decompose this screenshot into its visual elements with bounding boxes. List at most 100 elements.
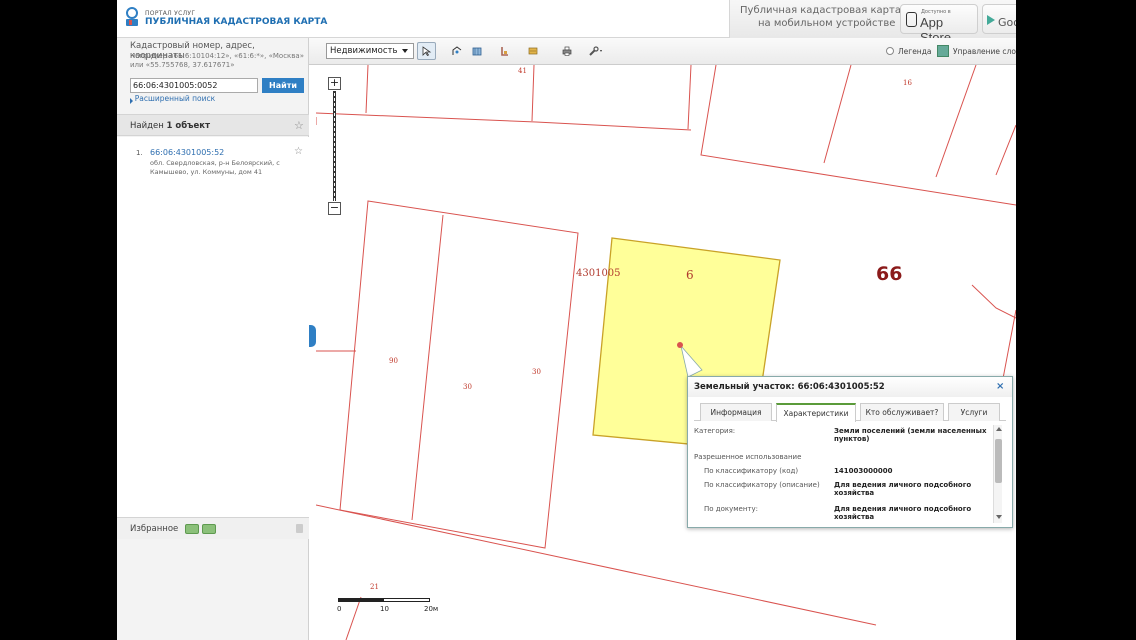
add-favorite-icon[interactable] bbox=[185, 524, 199, 534]
play-icon bbox=[987, 15, 995, 25]
tab-characteristics[interactable]: Характеристики bbox=[776, 403, 856, 422]
trash-icon[interactable] bbox=[296, 524, 303, 533]
result-number: 1. bbox=[136, 149, 143, 157]
layer-select[interactable]: Недвижимость bbox=[326, 43, 414, 59]
popup-title: Земельный участок: 66:06:4301005:52 bbox=[694, 382, 885, 392]
sidebar: Кадастровый номер, адрес, координаты Нап… bbox=[117, 38, 309, 640]
results-count-value: 1 объект bbox=[166, 121, 211, 131]
legend-label[interactable]: Легенда bbox=[898, 47, 932, 56]
tab-who-serves[interactable]: Кто обслуживает? bbox=[860, 403, 944, 421]
layers-label[interactable]: Управление слоями bbox=[953, 47, 1016, 56]
favorite-folder-icon[interactable] bbox=[202, 524, 216, 534]
phone-icon bbox=[906, 12, 917, 27]
zoom-in-button[interactable]: + bbox=[328, 77, 341, 90]
flag-icon bbox=[528, 47, 538, 55]
plot-label-30a: 30 bbox=[463, 383, 472, 391]
result-cadastral-link[interactable]: 66:06:4301005:52 bbox=[150, 148, 224, 157]
boundary-top-left bbox=[316, 65, 692, 131]
row-classifier-code-value: 141003000000 bbox=[834, 467, 893, 475]
search-hint: Например «61:6:10104:12», «61:6:*», «Мос… bbox=[130, 52, 304, 69]
advanced-search-link[interactable]: Расширенный поиск bbox=[130, 94, 215, 103]
results-count-prefix: Найден bbox=[130, 121, 164, 131]
star-icon[interactable]: ☆ bbox=[294, 119, 304, 132]
chevron-down-icon bbox=[402, 49, 408, 53]
favorites-bar: Избранное bbox=[117, 517, 309, 539]
appstore-button[interactable]: Доступно в App Store bbox=[900, 4, 978, 45]
map-canvas[interactable]: 41 16 90 30 30 21 4301005 6 66 + − 0 10 … bbox=[316, 65, 1016, 640]
promo-line-2: на мобильном устройстве bbox=[758, 18, 896, 29]
mobile-promo: Публичная кадастровая карта на мобильном… bbox=[729, 0, 1016, 45]
sidebar-collapse-handle[interactable] bbox=[309, 325, 316, 347]
scale-label-0: 0 bbox=[337, 605, 342, 613]
boundary-lower-divider bbox=[411, 214, 444, 521]
scale-label-10: 10 bbox=[380, 605, 389, 613]
zoom-out-button[interactable]: − bbox=[328, 202, 341, 215]
promo-line-1: Публичная кадастровая карта bbox=[740, 5, 901, 16]
gosuslugi-logo-icon[interactable] bbox=[123, 6, 141, 28]
scale-label-20: 20м bbox=[424, 605, 439, 613]
tab-services[interactable]: Услуги bbox=[948, 403, 1000, 421]
google-play-button[interactable]: Goo bbox=[982, 4, 1016, 34]
parcel-marker bbox=[677, 342, 683, 348]
header: ПОРТАЛ УСЛУГ ПУБЛИЧНАЯ КАДАСТРОВАЯ КАРТА… bbox=[117, 0, 1016, 45]
boundary-top-right bbox=[700, 65, 1016, 206]
logo-title[interactable]: ПУБЛИЧНАЯ КАДАСТРОВАЯ КАРТА bbox=[145, 17, 327, 27]
area-tool-button[interactable] bbox=[467, 42, 486, 60]
boundary-top-middle bbox=[687, 65, 692, 130]
ruler-icon bbox=[452, 46, 462, 55]
boundary-lower-block bbox=[339, 200, 579, 549]
boundary-left-edge bbox=[316, 117, 877, 626]
search-input[interactable] bbox=[130, 78, 258, 93]
row-classifier-desc-label: По классификатору (описание) bbox=[704, 481, 820, 489]
measure-tool-button[interactable] bbox=[447, 42, 466, 60]
scroll-thumb[interactable] bbox=[995, 439, 1002, 483]
search-button[interactable]: Найти bbox=[262, 78, 304, 93]
zoom-slider[interactable] bbox=[333, 91, 336, 201]
tools-dropdown-button[interactable] bbox=[583, 42, 609, 60]
legend-checkbox[interactable] bbox=[886, 47, 894, 55]
popup-scrollbar[interactable] bbox=[993, 425, 1002, 523]
scroll-up-icon[interactable] bbox=[996, 427, 1002, 431]
plot-label-41: 41 bbox=[518, 67, 527, 75]
scale-bar-graphic bbox=[338, 598, 430, 602]
plot-label-16: 16 bbox=[903, 79, 912, 87]
plot-label-21: 21 bbox=[370, 583, 379, 591]
layers-icon[interactable] bbox=[937, 45, 949, 57]
cadastral-map: 41 16 90 30 30 21 4301005 6 66 bbox=[316, 65, 1016, 640]
cursor-icon bbox=[422, 46, 432, 56]
scroll-down-icon[interactable] bbox=[996, 515, 1002, 519]
plot-label-30b: 30 bbox=[532, 368, 541, 376]
row-document-label: По документу: bbox=[704, 505, 759, 513]
print-button[interactable] bbox=[557, 42, 576, 60]
row-classifier-desc-value: Для ведения личного подсобного хозяйства bbox=[834, 481, 972, 497]
layer-select-value: Недвижимость bbox=[330, 46, 398, 56]
popup-tabs: Информация Характеристики Кто обслуживае… bbox=[694, 401, 1006, 422]
map-toolbar: Недвижимость Легенда Управление слоями bbox=[309, 38, 1016, 65]
popup-body: Категория: Земли поселений (земли населе… bbox=[694, 425, 992, 525]
app-window: ПОРТАЛ УСЛУГ ПУБЛИЧНАЯ КАДАСТРОВАЯ КАРТА… bbox=[117, 0, 1016, 640]
select-tool-button[interactable] bbox=[417, 42, 436, 60]
tab-information[interactable]: Информация bbox=[700, 403, 772, 421]
row-document-value: Для ведения личного подсобного хозяйства bbox=[834, 505, 972, 521]
pin-icon bbox=[501, 47, 508, 56]
area-icon bbox=[472, 47, 482, 56]
scale-bar: 0 10 20м bbox=[337, 598, 448, 618]
row-classifier-code-label: По классификатору (код) bbox=[704, 467, 799, 475]
close-icon[interactable]: × bbox=[996, 381, 1004, 392]
google-play-label: Goo bbox=[998, 16, 1016, 29]
parcel-info-popup: Земельный участок: 66:06:4301005:52 × Ин… bbox=[687, 376, 1013, 528]
results-list: 1. 66:06:4301005:52 обл. Свердловская, р… bbox=[117, 137, 309, 517]
results-count: Найден 1 объект bbox=[130, 121, 210, 131]
bookmark-tool-button[interactable] bbox=[523, 42, 542, 60]
pin-tool-button[interactable] bbox=[495, 42, 514, 60]
favorite-star-icon[interactable]: ☆ bbox=[294, 146, 303, 157]
zoom-control: + − bbox=[328, 77, 342, 215]
printer-icon bbox=[562, 46, 572, 56]
row-permitted-use-label: Разрешенное использование bbox=[694, 453, 802, 461]
row-category-value: Земли поселений (земли населенных пункто… bbox=[834, 427, 987, 443]
district-label: 66 bbox=[876, 263, 902, 285]
quarter-label: 4301005 bbox=[576, 268, 621, 279]
results-header: Найден 1 объект ☆ bbox=[117, 114, 309, 136]
plot-label-90: 90 bbox=[389, 357, 398, 365]
popup-header: Земельный участок: 66:06:4301005:52 × bbox=[688, 377, 1012, 397]
